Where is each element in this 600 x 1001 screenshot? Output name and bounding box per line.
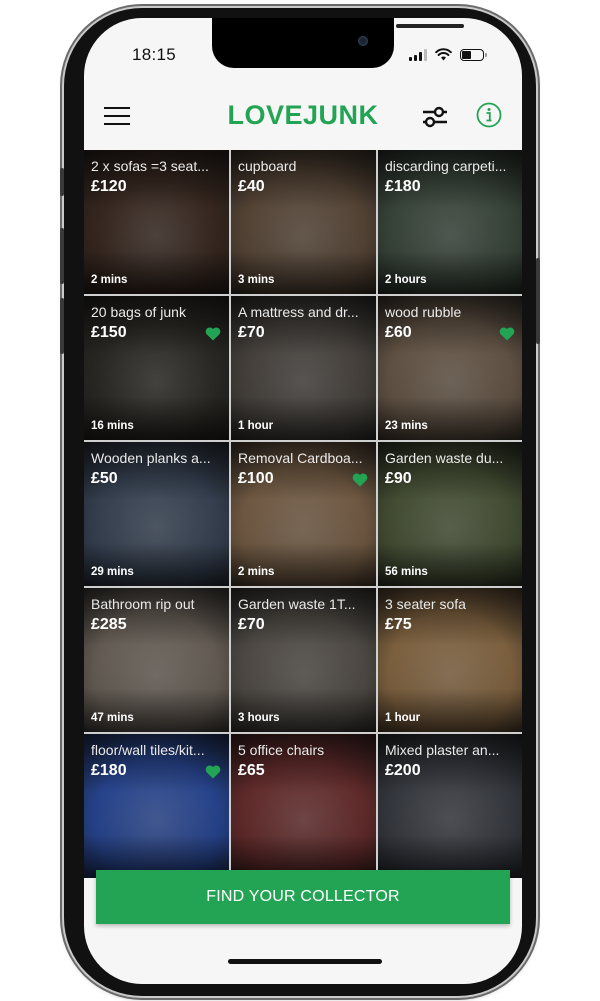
listing-title: Garden waste 1T... (238, 596, 356, 612)
listing-price: £40 (238, 178, 265, 195)
listing-age: 3 hours (238, 712, 280, 724)
listing-card[interactable]: 5 office chairs £65 (231, 734, 376, 878)
sliders-filter-icon[interactable] (421, 104, 449, 130)
favorite-heart-icon[interactable] (205, 326, 221, 341)
listing-age: 1 hour (385, 712, 421, 724)
listing-price: £180 (91, 762, 127, 779)
front-camera (358, 36, 368, 46)
volume-up-button (60, 228, 64, 284)
volume-down-button (60, 298, 64, 354)
power-button (536, 258, 540, 344)
listing-card[interactable]: floor/wall tiles/kit... £180 (84, 734, 229, 878)
listing-price: £65 (238, 762, 265, 779)
app-screen: 18:15 LOVEJUNK 2 x sofas =3 seat... £120… (84, 18, 522, 984)
listing-price: £285 (91, 616, 127, 633)
favorite-heart-icon[interactable] (352, 472, 368, 487)
listing-title: 2 x sofas =3 seat... (91, 158, 209, 174)
listing-card[interactable]: 20 bags of junk £150 16 mins (84, 296, 229, 440)
listing-title: Wooden planks a... (91, 450, 211, 466)
listing-price: £60 (385, 324, 412, 341)
listing-price: £50 (91, 470, 118, 487)
listing-title: Mixed plaster an... (385, 742, 500, 758)
listing-card[interactable]: cupboard £40 3 mins (231, 150, 376, 294)
notch (212, 18, 464, 68)
listing-title: A mattress and dr... (238, 304, 359, 320)
listing-title: Bathroom rip out (91, 596, 195, 612)
listing-title: floor/wall tiles/kit... (91, 742, 205, 758)
listing-price: £70 (238, 324, 265, 341)
listings-grid: 2 x sofas =3 seat... £120 2 mins cupboar… (84, 150, 522, 878)
listing-price: £100 (238, 470, 274, 487)
info-circle-icon[interactable] (476, 102, 502, 128)
find-collector-button[interactable]: FIND YOUR COLLECTOR (96, 870, 510, 924)
listing-title: cupboard (238, 158, 297, 174)
listing-age: 2 mins (91, 274, 128, 286)
listing-card[interactable]: discarding carpeti... £180 2 hours (378, 150, 522, 294)
listing-card[interactable]: A mattress and dr... £70 1 hour (231, 296, 376, 440)
listing-age: 56 mins (385, 566, 428, 578)
favorite-heart-icon[interactable] (205, 764, 221, 779)
listing-age: 2 hours (385, 274, 427, 286)
listing-price: £120 (91, 178, 127, 195)
listing-age: 1 hour (238, 420, 274, 432)
listing-price: £180 (385, 178, 421, 195)
wifi-icon (435, 48, 452, 61)
listing-age: 2 mins (238, 566, 275, 578)
listing-age: 47 mins (91, 712, 134, 724)
listing-price: £200 (385, 762, 421, 779)
listing-price: £75 (385, 616, 412, 633)
listing-age: 23 mins (385, 420, 428, 432)
listing-price: £70 (238, 616, 265, 633)
listing-title: Garden waste du... (385, 450, 504, 466)
favorite-heart-icon[interactable] (499, 326, 515, 341)
listing-price: £150 (91, 324, 127, 341)
app-header: LOVEJUNK (84, 96, 522, 146)
silent-switch (60, 168, 64, 196)
listing-card[interactable]: 2 x sofas =3 seat... £120 2 mins (84, 150, 229, 294)
listing-title: wood rubble (385, 304, 462, 320)
listing-price: £90 (385, 470, 412, 487)
listing-card[interactable]: Garden waste du... £90 56 mins (378, 442, 522, 586)
listing-card[interactable]: 3 seater sofa £75 1 hour (378, 588, 522, 732)
listing-age: 3 mins (238, 274, 275, 286)
battery-level (462, 50, 471, 59)
listing-card[interactable]: Wooden planks a... £50 29 mins (84, 442, 229, 586)
speaker (396, 24, 464, 28)
listing-title: discarding carpeti... (385, 158, 507, 174)
listing-title: 3 seater sofa (385, 596, 466, 612)
listing-age: 29 mins (91, 566, 134, 578)
listing-title: 5 office chairs (238, 742, 325, 758)
cellular-signal-icon (409, 48, 427, 61)
listing-card[interactable]: Garden waste 1T... £70 3 hours (231, 588, 376, 732)
status-icons (409, 48, 487, 61)
listing-title: Removal Cardboa... (238, 450, 363, 466)
listing-card[interactable]: Mixed plaster an... £200 (378, 734, 522, 878)
battery-icon (460, 48, 487, 61)
status-time: 18:15 (132, 45, 177, 64)
listing-card[interactable]: Removal Cardboa... £100 2 mins (231, 442, 376, 586)
listing-card[interactable]: Bathroom rip out £285 47 mins (84, 588, 229, 732)
brand-logo: LOVEJUNK (227, 100, 379, 130)
home-indicator[interactable] (228, 959, 382, 964)
listing-card[interactable]: wood rubble £60 23 mins (378, 296, 522, 440)
listing-title: 20 bags of junk (91, 304, 186, 320)
listing-age: 16 mins (91, 420, 134, 432)
